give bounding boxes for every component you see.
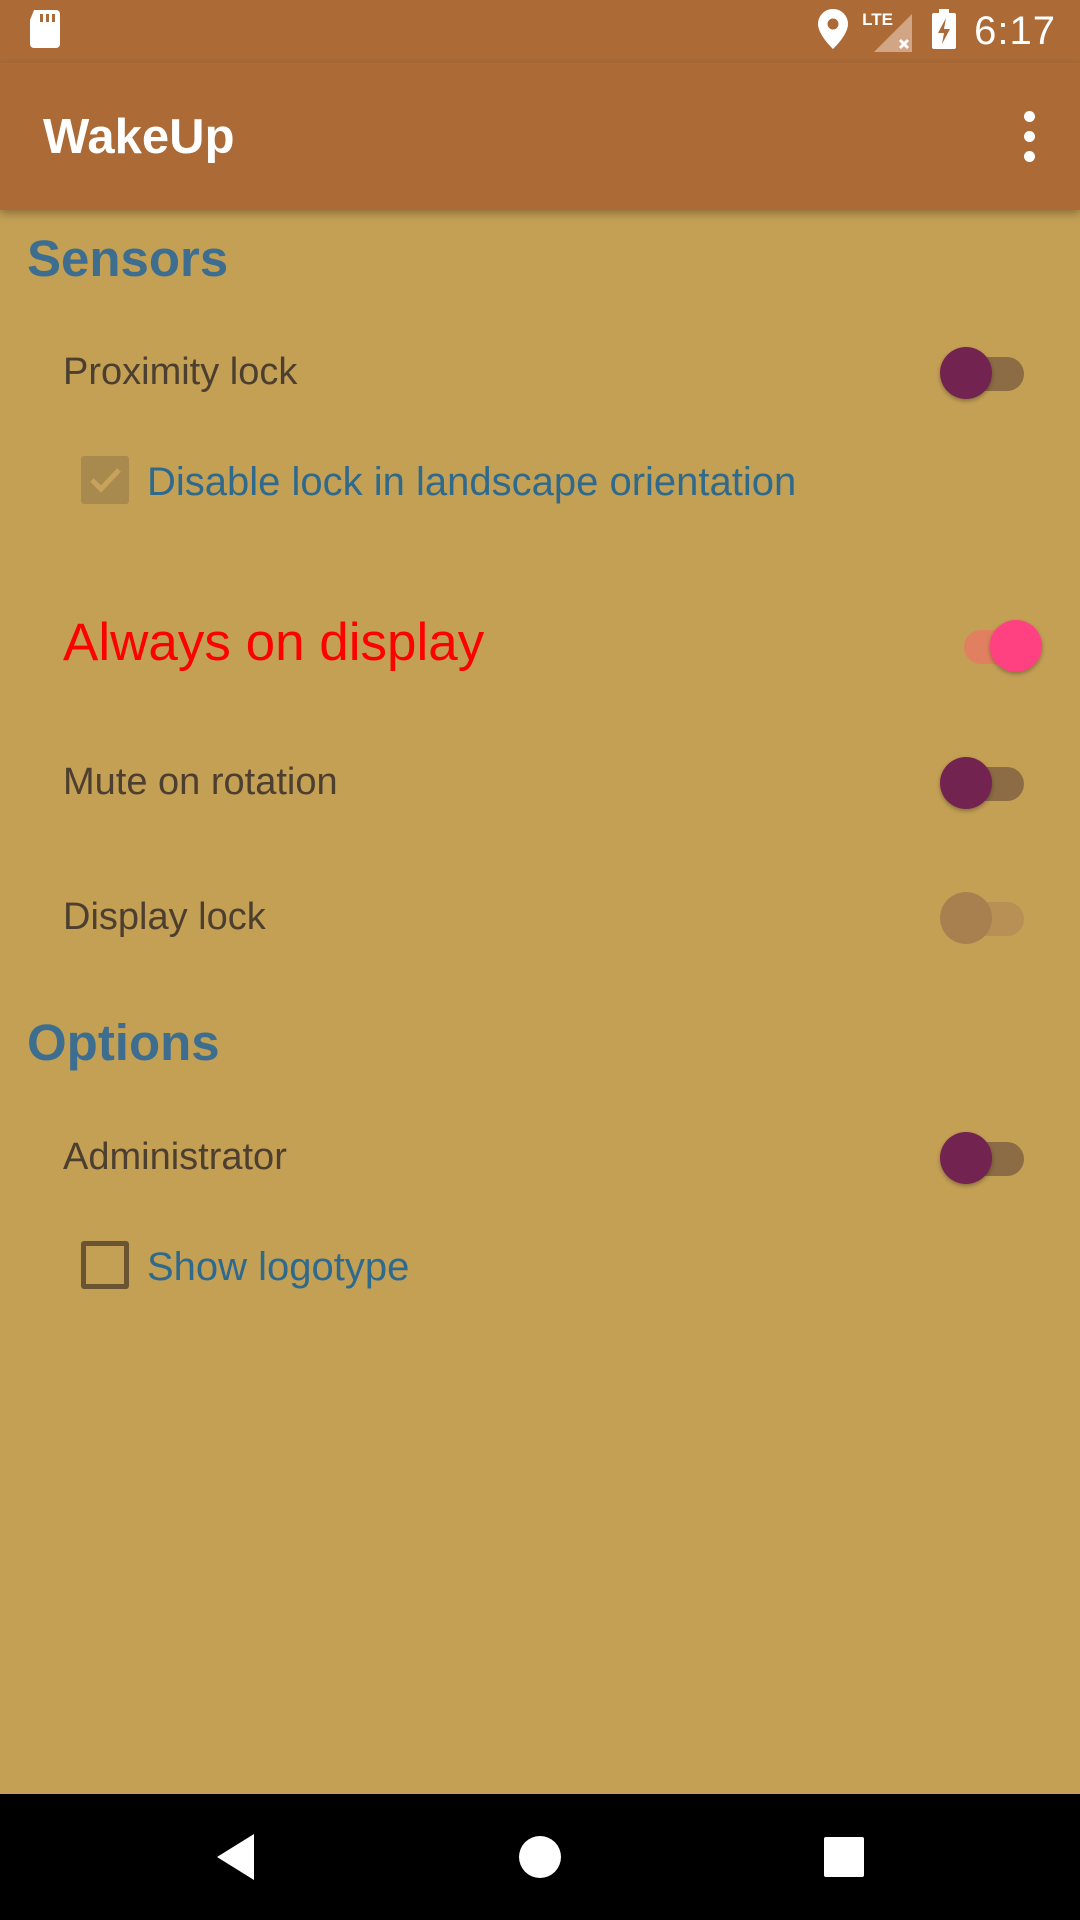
pref-label: Proximity lock [63,351,298,393]
pref-label: Always on display [63,613,485,672]
pref-administrator[interactable]: Administrator [0,1112,1080,1202]
location-pin-icon [818,9,849,54]
pref-mute-on-rotation[interactable]: Mute on rotation [0,737,1080,827]
administrator-switch[interactable] [940,1127,1030,1187]
battery-charging-icon [932,9,957,54]
category-options: Options [27,1014,220,1071]
pref-always-on-display[interactable]: Always on display [0,590,1080,700]
pref-proximity-lock[interactable]: Proximity lock [0,327,1080,417]
pref-display-lock[interactable]: Display lock [0,872,1080,962]
more-vert-icon[interactable] [1008,107,1050,167]
app-bar: WakeUp [0,63,1080,210]
pref-disable-landscape[interactable]: Disable lock in landscape orientation [0,440,1080,520]
app-title: WakeUp [43,109,235,164]
pref-show-logotype[interactable]: Show logotype [0,1225,1080,1305]
recents-square-icon[interactable] [784,1794,904,1920]
network-type-label: LTE [862,9,893,29]
checkbox-label: Disable lock in landscape orientation [147,460,797,504]
status-bar: LTE 6:17 [0,0,1080,63]
pref-label: Mute on rotation [63,761,338,803]
display-lock-switch[interactable] [940,887,1030,947]
pref-label: Display lock [63,896,266,938]
home-circle-icon[interactable] [480,1794,600,1920]
checkbox-label: Show logotype [147,1245,410,1289]
category-sensors: Sensors [27,230,229,287]
always-on-display-switch[interactable] [944,615,1042,675]
show-logotype-checkbox[interactable] [81,1241,129,1289]
signal-no-service-icon: LTE [862,10,914,54]
preferences-list: Sensors Proximity lock Disable lock in l… [0,210,1080,1794]
navigation-bar [0,1794,1080,1920]
pref-label: Administrator [63,1136,287,1178]
screen: LTE 6:17 WakeUp Sensors Proximity lock D… [0,0,1080,1920]
mute-on-rotation-switch[interactable] [940,752,1030,812]
sd-card-icon [28,10,62,53]
disable-landscape-checkbox[interactable] [81,456,129,504]
proximity-lock-switch[interactable] [940,342,1030,402]
status-time: 6:17 [974,9,1056,53]
back-triangle-icon[interactable] [176,1794,296,1920]
